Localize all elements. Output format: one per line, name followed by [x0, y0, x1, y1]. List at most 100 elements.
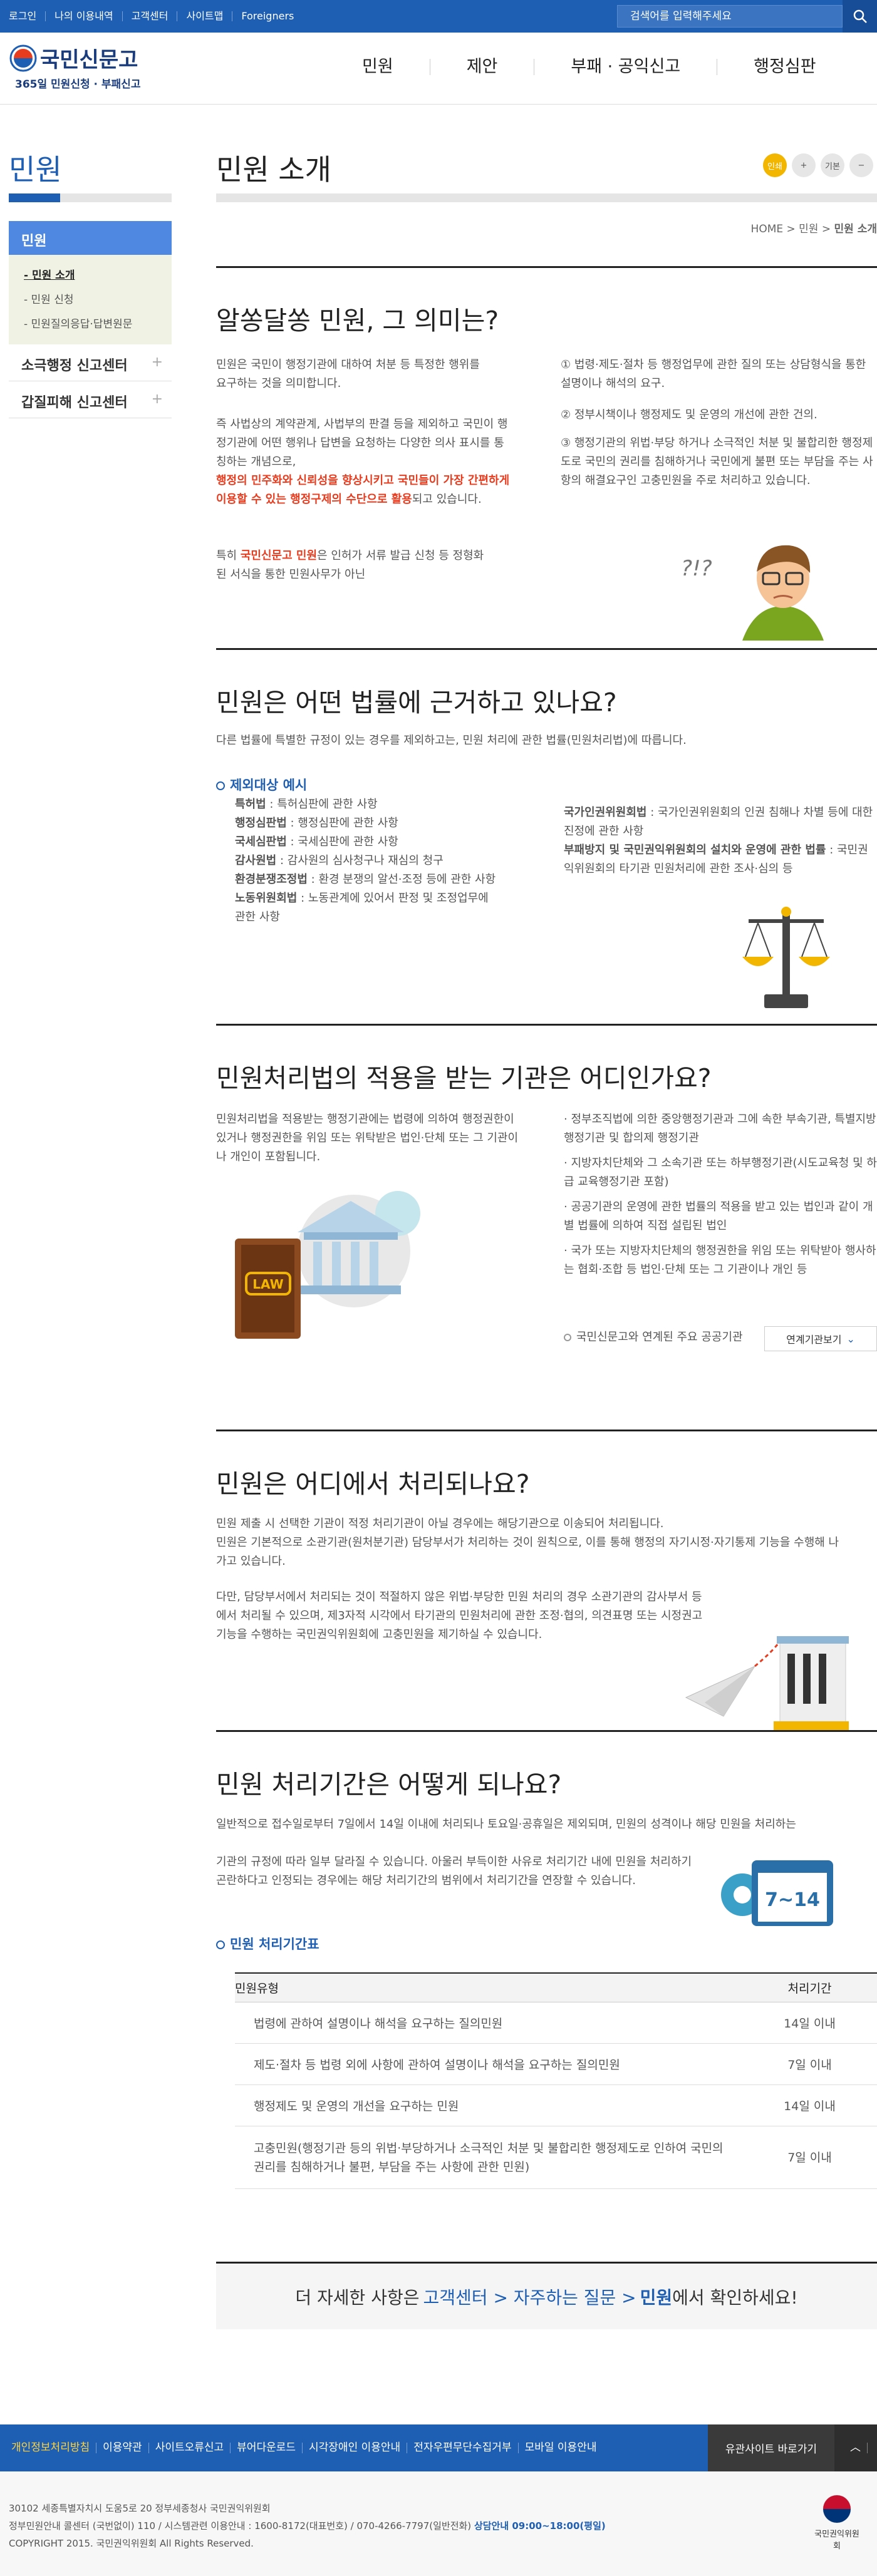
section-title: 민원은 어디에서 처리되나요? [216, 1469, 530, 1499]
submenu-intro[interactable]: - 민원 소개 [24, 264, 172, 288]
footer-link-error[interactable]: 사이트오류신고 [149, 2443, 231, 2453]
law-book-label: LAW [252, 1277, 283, 1292]
zoom-in-button[interactable]: + [792, 153, 816, 177]
scroll-top-button[interactable]: ︿ [834, 2424, 877, 2471]
chevron-down-icon: ⌄ [846, 1332, 855, 1345]
expand-icon: + [151, 391, 163, 407]
law-item: 국세심판법 : 국세심판에 관한 사항 [235, 835, 398, 848]
related-sites-select[interactable]: 유관사이트 바로가기 [708, 2424, 834, 2471]
meaning-text-3: 특히 국민신문고 민원은 인허가 서류 발급 신청 등 정형화된 서식을 통한 … [216, 549, 484, 581]
law-item: 행정심판법 : 행정심판에 관한 사항 [235, 817, 398, 830]
foreigners-link[interactable]: Foreigners [232, 11, 303, 21]
law-item: 노동위원회법 : 노동관계에 있어서 판정 및 조정업무에 관한 사항 [235, 892, 489, 924]
main-content: 민원 소개 인쇄 + 기본 − HOME > 민원 > 민원 소개 [216, 147, 877, 235]
institution-list: · 정부조직법에 의한 중앙행정기관과 그에 속한 부속기관, 특별지방행정기관… [564, 1110, 877, 1279]
side-nav: 민원 민원 - 민원 소개 - 민원 신청 - 민원질의응답·답변원문 소극행정… [9, 147, 172, 418]
where-text-3: 다만, 담당부서에서 처리되는 것이 적절하지 않은 위법·부당한 민원 처리의… [216, 1590, 703, 1641]
side-nav-submenu: - 민원 소개 - 민원 신청 - 민원질의응답·답변원문 [9, 255, 172, 344]
expand-icon: + [151, 354, 163, 370]
org-logo: 국민권익위원회 [812, 2493, 862, 2551]
section-where: 민원은 어디에서 처리되나요? 민원 제출 시 선택한 기관이 적정 처리기관이… [216, 1430, 877, 1730]
utility-links: 로그인 나의 이용내역 고객센터 사이트맵 Foreigners [0, 0, 303, 33]
search-box [617, 5, 843, 28]
table-row: 행정제도 및 운영의 개선을 요구하는 민원 14일 이내 [235, 2085, 877, 2126]
my-history-link[interactable]: 나의 이용내역 [46, 11, 123, 21]
meaning-text-1: 민원은 국민이 행정기관에 대하여 처분 등 특정한 행위를 요구하는 것을 의… [216, 358, 480, 390]
side-nav-active-menu[interactable]: 민원 [9, 221, 172, 255]
linked-agencies-label: 국민신문고와 연계된 주요 공공기관 [564, 1328, 764, 1347]
table-row: 제도·절차 등 법령 외에 사항에 관하여 설명이나 해석을 요구하는 질의민원… [235, 2044, 877, 2085]
side-nav-bar [9, 193, 172, 202]
breadcrumb: HOME > 민원 > 민원 소개 [750, 223, 877, 235]
table-row: 법령에 관하여 설명이나 해석을 요구하는 질의민원 14일 이내 [235, 2002, 877, 2044]
institution-intro: 민원처리법을 적용받는 행정기관에는 법령에 의하여 행정권한이 있거나 행정권… [216, 1113, 519, 1163]
submenu-apply[interactable]: - 민원 신청 [24, 288, 172, 312]
meaning-text-2: 즉 사법상의 계약관계, 사법부의 판결 등을 제외하고 국민이 행정기관에 어… [216, 418, 510, 506]
section-law: 민원은 어떤 법률에 근거하고 있나요? 다른 법률에 특별한 규정이 있는 경… [216, 648, 877, 1021]
footer-link-email[interactable]: 전자우편무단수집거부 [407, 2443, 519, 2453]
footer-nav: 개인정보처리방침 이용약관 사이트오류신고 뷰어다운로드 시각장애인 이용안내 … [0, 2424, 877, 2471]
footer-link-viewer[interactable]: 뷰어다운로드 [231, 2443, 303, 2453]
breadcrumb-current: 민원 소개 [834, 223, 877, 235]
view-linked-agencies-button[interactable]: 연계기관보기 ⌄ [764, 1326, 877, 1351]
gnb-item-trial[interactable]: 행정심판 [717, 58, 852, 75]
chevron-up-icon: ︿ [844, 2443, 868, 2453]
footer-link-terms[interactable]: 이용약관 [96, 2443, 149, 2453]
where-text-1: 민원 제출 시 선택한 기관이 적정 처리기관이 아닐 경우에는 해당기관으로 … [216, 1517, 664, 1530]
zoom-reset-button[interactable]: 기본 [821, 153, 844, 177]
search-input[interactable] [618, 6, 842, 27]
side-nav-passive-admin[interactable]: 소극행정 신고센터 + [9, 344, 172, 381]
login-link[interactable]: 로그인 [0, 11, 46, 21]
list-item: · 정부조직법에 의한 중앙행정기관과 그에 속한 부속기관, 특별지방행정기관… [564, 1113, 876, 1145]
gnb-item-report[interactable]: 부패 · 공익신고 [534, 58, 718, 75]
site-logo[interactable]: 국민신문고 365일 민원신청 · 부패신고 [9, 41, 159, 98]
scale-illustration [742, 907, 830, 1008]
law-item: 환경분쟁조정법 : 환경 분쟁의 알선·조정 등에 관한 사항 [235, 873, 496, 886]
global-nav: 민원 제안 부패 · 공익신고 행정심판 [326, 33, 877, 101]
list-item: · 공공기관의 운영에 관한 법률의 적용을 받고 있는 법인과 같이 개별 법… [564, 1200, 873, 1232]
meaning-item-1: ① 법령·제도·절차 등 행정업무에 관한 질의 또는 상담형식을 통한 설명이… [561, 358, 866, 390]
top-utility-bar: 로그인 나의 이용내역 고객센터 사이트맵 Foreigners [0, 0, 877, 33]
search-button[interactable] [843, 0, 877, 33]
period-table: 민원유형 처리기간 법령에 관하여 설명이나 해석을 요구하는 질의민원 14일 … [235, 1972, 877, 2189]
law-intro: 다른 법률에 특별한 규정이 있는 경우를 제외하고는, 민원 처리에 관한 법… [216, 734, 687, 747]
footer-link-accessibility[interactable]: 시각장애인 이용안내 [303, 2443, 408, 2453]
section-meaning: 알쏭달쏭 민원, 그 의미는? 민원은 국민이 행정기관에 대하여 처분 등 특… [216, 266, 877, 642]
where-text-2: 민원은 기본적으로 소관기관(원처분기관) 담당부서가 처리하는 것이 원칙으로… [216, 1536, 839, 1568]
law-right-list: 국가인권위원회법 : 국가인권위원회의 인권 침해나 차별 등에 대한 진정에 … [564, 803, 877, 878]
site-footer: 개인정보처리방침 이용약관 사이트오류신고 뷰어다운로드 시각장애인 이용안내 … [0, 2424, 877, 2576]
gnb-item-civil[interactable]: 민원 [326, 58, 430, 75]
footer-info: 30102 세종특별자치시 도움5로 20 정부세종청사 국민권익위원회 정부민… [9, 2503, 606, 2549]
sitemap-link[interactable]: 사이트맵 [177, 11, 233, 21]
print-button[interactable]: 인쇄 [763, 153, 787, 177]
gnb-item-proposal[interactable]: 제안 [430, 58, 535, 75]
list-item: · 국가 또는 지방자치단체의 행정권한을 위임 또는 위탁받아 행사하는 협회… [564, 1244, 876, 1276]
customer-center-link[interactable]: 고객센터 [123, 11, 178, 21]
section-title: 민원은 어떤 법률에 근거하고 있나요? [216, 688, 617, 718]
circle-bullet-icon [216, 781, 225, 790]
faq-banner: 더 자세한 사항은 고객센터 > 자주하는 질문 > 민원 에서 확인하세요! [216, 2262, 877, 2329]
section-institutions: 민원처리법의 적용을 받는 기관은 어디인가요? 민원처리법을 적용받는 행정기… [216, 1024, 877, 1428]
zoom-out-button[interactable]: − [849, 153, 873, 177]
meaning-item-3: ③ 행정기관의 위법·부당 하거나 소극적인 처분 및 불합리한 행정제도로 국… [561, 436, 873, 487]
footer-link-privacy[interactable]: 개인정보처리방침 [5, 2443, 97, 2453]
law-left-list: 특허법 : 특허심판에 관한 사항 행정심판법 : 행정심판에 관한 사항 국세… [235, 795, 498, 927]
law-item: 특허법 : 특허심판에 관한 사항 [235, 798, 378, 811]
footer-link-mobile[interactable]: 모바일 이용안내 [519, 2443, 603, 2453]
paper-plane-building-illustration [685, 1636, 849, 1730]
list-item: · 지방자치단체와 그 소속기관 또는 하부행정기관(시도교육청 및 하급 교육… [564, 1157, 877, 1188]
logo-title: 국민신문고 [40, 48, 138, 73]
faq-link[interactable]: 고객센터 > 자주하는 질문 > [423, 2284, 636, 2309]
period-text-1: 일반적으로 접수일로부터 7일에서 14일 이내에 처리되나 토요일·공휴일은 … [216, 1818, 796, 1831]
breadcrumb-home[interactable]: HOME [751, 223, 784, 235]
page-tools: 인쇄 + 기본 − [763, 153, 873, 177]
law-sub-title: 제외대상 예시 [216, 775, 307, 794]
meaning-item-2: ② 정부시책이나 행정제도 및 운영의 개선에 관한 건의. [561, 408, 817, 421]
logo-subtitle: 365일 민원신청 · 부패신고 [15, 78, 141, 91]
law-item: 국가인권위원회법 : 국가인권위원회의 인권 침해나 차별 등에 대한 진정에 … [564, 806, 873, 838]
thinking-man-illustration [742, 545, 824, 641]
calendar-gear-illustration: 7~14 [721, 1860, 833, 1926]
breadcrumb-civil[interactable]: 민원 [799, 223, 818, 235]
submenu-qna[interactable]: - 민원질의응답·답변원문 [24, 312, 172, 337]
side-nav-gapjil[interactable]: 갑질피해 신고센터 + [9, 381, 172, 418]
